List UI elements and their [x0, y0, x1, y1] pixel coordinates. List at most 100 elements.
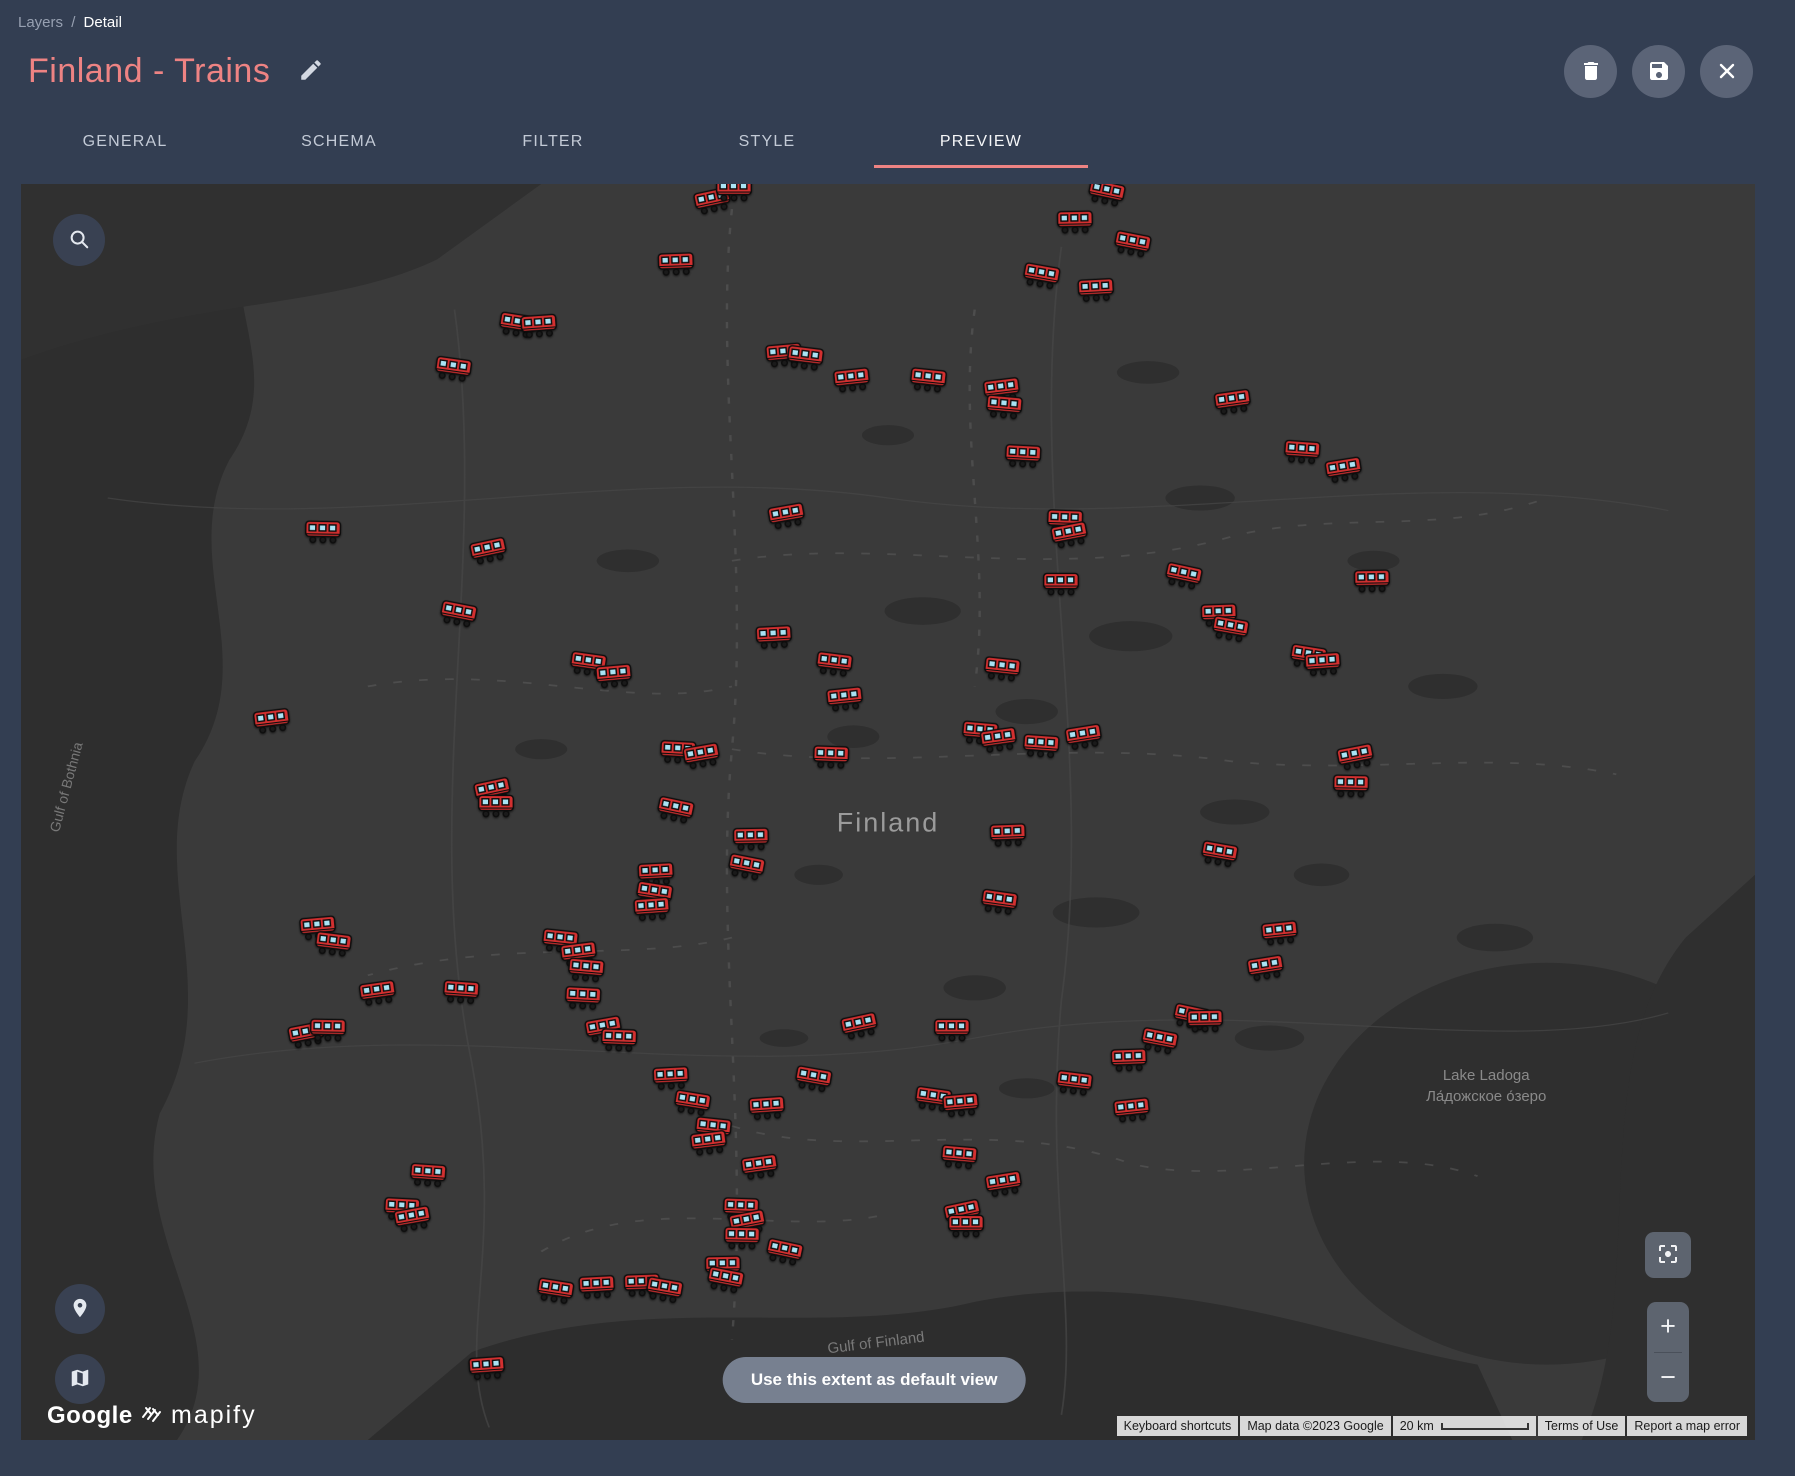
train-marker[interactable] [1019, 260, 1062, 297]
train-marker[interactable] [784, 342, 825, 377]
train-marker[interactable] [594, 660, 635, 694]
train-marker[interactable] [907, 365, 948, 400]
breadcrumb-layers-link[interactable]: Layers [18, 14, 63, 31]
train-marker[interactable] [947, 1212, 985, 1243]
train-marker[interactable] [563, 984, 603, 1017]
train-marker[interactable] [1332, 772, 1371, 804]
train-marker[interactable] [432, 353, 474, 389]
tab-general[interactable]: GENERAL [18, 121, 232, 168]
train-marker[interactable] [1056, 208, 1095, 240]
train-marker[interactable] [519, 312, 559, 346]
train-marker[interactable] [1282, 437, 1322, 471]
train-marker[interactable] [754, 622, 794, 655]
train-marker[interactable] [983, 1168, 1025, 1205]
train-marker[interactable] [1186, 1007, 1225, 1039]
train-marker[interactable] [766, 500, 809, 537]
train-marker[interactable] [1003, 441, 1043, 474]
train-marker[interactable] [838, 1009, 882, 1047]
train-marker[interactable] [824, 684, 865, 719]
zoom-in-button[interactable]: + [1647, 1302, 1689, 1352]
train-marker[interactable] [577, 1273, 617, 1306]
train-marker[interactable] [939, 1142, 980, 1176]
train-marker[interactable] [408, 1161, 448, 1195]
use-extent-button[interactable]: Use this extent as default view [722, 1357, 1026, 1403]
tab-schema[interactable]: SCHEMA [232, 121, 446, 168]
train-marker[interactable] [1063, 721, 1105, 758]
zoom-control: + − [1647, 1302, 1689, 1402]
location-button[interactable] [55, 1284, 105, 1334]
train-marker[interactable] [1076, 276, 1116, 309]
train-marker[interactable] [1303, 650, 1343, 684]
train-marker[interactable] [1048, 518, 1091, 556]
train-marker[interactable] [1323, 453, 1365, 490]
train-marker[interactable] [978, 724, 1020, 760]
train-marker[interactable] [1161, 559, 1205, 597]
keyboard-shortcuts-link[interactable]: Keyboard shortcuts [1116, 1416, 1239, 1436]
train-marker[interactable] [813, 649, 854, 684]
train-marker[interactable] [653, 793, 697, 831]
train-marker[interactable] [477, 793, 515, 824]
recenter-button[interactable] [1645, 1232, 1691, 1278]
train-marker[interactable] [632, 894, 672, 928]
train-marker[interactable] [988, 821, 1027, 853]
train-marker[interactable] [303, 519, 342, 551]
train-marker[interactable] [391, 1203, 434, 1240]
train-marker[interactable] [1021, 731, 1061, 765]
train-marker[interactable] [747, 1093, 787, 1127]
train-marker[interactable] [1053, 1067, 1094, 1102]
train-marker[interactable] [933, 1016, 971, 1047]
train-marker[interactable] [724, 850, 767, 888]
train-marker[interactable] [657, 249, 696, 281]
tab-style[interactable]: STYLE [660, 121, 874, 168]
train-marker[interactable] [643, 1273, 686, 1310]
train-marker[interactable] [978, 886, 1020, 922]
train-marker[interactable] [1112, 1095, 1153, 1130]
train-marker[interactable] [1109, 1046, 1148, 1078]
train-marker[interactable] [1208, 613, 1251, 650]
train-marker[interactable] [357, 977, 399, 1013]
train-marker[interactable] [441, 977, 481, 1011]
train-marker[interactable] [681, 739, 724, 776]
report-map-error-link[interactable]: Report a map error [1627, 1416, 1747, 1436]
train-marker[interactable] [534, 1275, 576, 1312]
tab-filter[interactable]: FILTER [446, 121, 660, 168]
train-marker[interactable] [811, 743, 850, 775]
train-marker[interactable] [1353, 568, 1392, 600]
tab-preview[interactable]: PREVIEW [874, 121, 1088, 168]
delete-button[interactable] [1564, 44, 1617, 98]
train-marker[interactable] [309, 1016, 348, 1048]
zoom-out-button[interactable]: − [1647, 1353, 1689, 1403]
google-logo[interactable]: Google [47, 1402, 133, 1430]
train-marker[interactable] [436, 597, 479, 635]
train-marker[interactable] [792, 1062, 835, 1099]
train-marker[interactable] [1198, 837, 1241, 874]
train-marker[interactable] [467, 1353, 507, 1387]
terms-of-use-link[interactable]: Terms of Use [1537, 1416, 1626, 1436]
train-marker[interactable] [739, 1151, 781, 1187]
map-canvas[interactable]: Finland Gulf of Bothnia Lake Ladoga Ла́д… [21, 184, 1755, 1440]
train-marker[interactable] [982, 654, 1023, 689]
train-marker[interactable] [600, 1026, 639, 1058]
train-marker[interactable] [1212, 386, 1254, 422]
train-marker[interactable] [1111, 227, 1154, 265]
map-search-button[interactable] [53, 214, 105, 266]
train-marker[interactable] [762, 1235, 806, 1273]
edit-title-button[interactable] [294, 53, 328, 90]
close-button[interactable] [1700, 44, 1753, 98]
train-marker[interactable] [1259, 918, 1300, 953]
train-marker[interactable] [703, 1263, 746, 1301]
train-marker[interactable] [689, 1127, 730, 1162]
train-marker[interactable] [1245, 952, 1287, 989]
train-marker[interactable] [252, 705, 293, 740]
train-marker[interactable] [715, 184, 753, 207]
train-marker[interactable] [1042, 570, 1080, 601]
save-button[interactable] [1632, 44, 1685, 98]
train-marker[interactable] [467, 534, 511, 572]
train-marker[interactable] [941, 1090, 982, 1124]
train-marker[interactable] [312, 929, 353, 964]
train-marker[interactable] [831, 365, 872, 400]
legend-button[interactable] [55, 1354, 105, 1404]
mapify-logo-text: mapify [171, 1401, 257, 1429]
train-marker[interactable] [984, 392, 1025, 426]
train-marker[interactable] [723, 1224, 762, 1256]
